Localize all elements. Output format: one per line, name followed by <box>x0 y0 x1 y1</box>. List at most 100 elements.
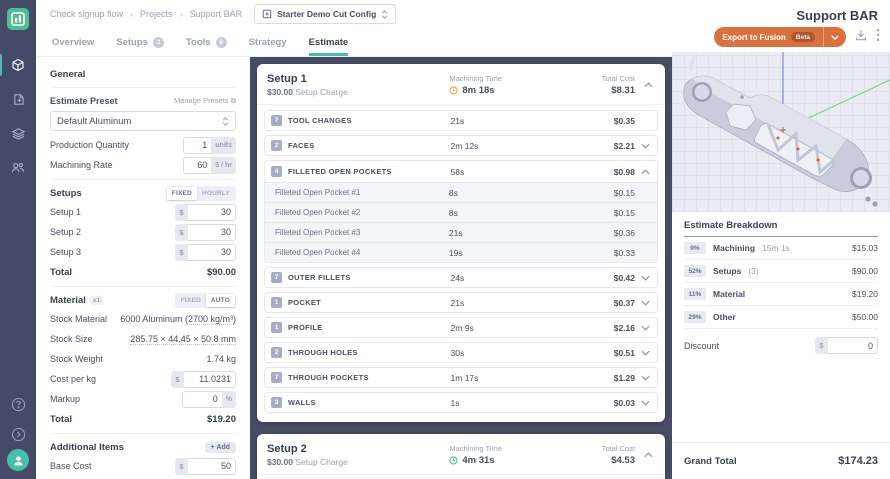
feature-row-profile[interactable]: 1PROFILE 2m 9s $2.16 <box>264 317 658 338</box>
top-bar: Check signup flow › Projects › Support B… <box>36 0 672 28</box>
feature-time: 21s <box>451 116 571 126</box>
setup2-card-header[interactable]: Setup 2 $30.00 Setup Charge Machining Ti… <box>257 441 665 475</box>
chevron-down-icon[interactable] <box>635 400 653 406</box>
setup3-charge-input[interactable] <box>188 244 236 261</box>
feature-row-through-holes[interactable]: 2THROUGH HOLES 30s $0.51 <box>264 342 658 363</box>
breadcrumb-projects[interactable]: Projects <box>140 9 173 19</box>
percent-badge: 29% <box>684 311 706 323</box>
setup1-card-header[interactable]: Setup 1 $30.00 Setup Charge Machining Ti… <box>257 71 665 105</box>
currency-prefix: $ <box>175 244 188 261</box>
stock-material-value: 6000 Aluminum <box>120 314 182 324</box>
toggle-auto[interactable]: AUTO <box>206 294 235 307</box>
divider <box>50 87 236 88</box>
feature-label: PROFILE <box>288 323 323 332</box>
feature-cost: $0.03 <box>571 398 635 408</box>
user-avatar[interactable] <box>7 449 29 471</box>
toggle-hourly[interactable]: HOURLY <box>197 187 235 200</box>
setup-name: Setup 2 <box>267 443 449 455</box>
feature-cost: $1.29 <box>571 373 635 383</box>
cost-per-kg-input[interactable] <box>184 371 236 388</box>
percent-suffix: % <box>222 391 236 408</box>
export-to-fusion-button[interactable]: Export to Fusion Beta <box>714 27 846 47</box>
breakdown-value: $15.03 <box>852 243 878 253</box>
sub-feature-cost: $0.15 <box>571 208 635 218</box>
setup2-feature-rows: 3TOOL CHANGES 9s $0.15 <box>257 475 665 479</box>
feature-label: THROUGH POCKETS <box>288 373 369 382</box>
preset-select[interactable]: Default Aluminum <box>50 111 236 131</box>
chevron-down-icon[interactable] <box>635 275 653 281</box>
chevron-down-icon[interactable] <box>635 350 653 356</box>
help-button[interactable] <box>0 389 36 419</box>
tab-strategy[interactable]: Strategy <box>249 28 287 56</box>
feature-row-faces[interactable]: 2FACES 2m 12s $2.21 <box>264 135 658 156</box>
chevron-down-icon[interactable] <box>635 143 653 149</box>
stock-material-density[interactable]: (2700 kg/m³) <box>185 314 236 325</box>
tab-estimate[interactable]: Estimate <box>309 28 349 56</box>
sidebar-item-new-file[interactable] <box>0 82 36 116</box>
breadcrumb-current[interactable]: Support BAR <box>190 9 243 19</box>
feature-row-through-pockets[interactable]: 7THROUGH POCKETS 1m 17s $1.29 <box>264 367 658 388</box>
tab-setups[interactable]: Setups3 <box>116 28 164 56</box>
machining-rate-label: Machining Rate <box>50 160 113 170</box>
tab-label: Estimate <box>309 37 349 48</box>
feature-row-filleted-open-pockets[interactable]: 4FILLETED OPEN POCKETS 58s $0.98 <box>265 161 657 182</box>
machining-rate-input[interactable] <box>183 157 211 174</box>
sidebar-item-3d-model[interactable] <box>0 48 36 82</box>
production-quantity-input[interactable] <box>183 137 211 154</box>
material-total-label: Total <box>50 414 72 425</box>
sub-feature-row[interactable]: Filleted Open Pocket #3 21s $0.36 <box>265 222 657 242</box>
sub-feature-row[interactable]: Filleted Open Pocket #1 8s $0.15 <box>265 182 657 202</box>
content-row: General Estimate Preset Manage Presets ⧉… <box>36 57 672 479</box>
breakdown-row-machining: 9% Machining 15m 1s $15.03 <box>684 237 878 260</box>
3d-part-viewer[interactable] <box>672 52 890 212</box>
export-menu-caret[interactable] <box>824 35 846 40</box>
markup-input[interactable] <box>182 391 222 408</box>
collapse-card-icon[interactable] <box>635 452 655 458</box>
tab-overview[interactable]: Overview <box>52 28 94 56</box>
count-badge: 2 <box>271 347 282 358</box>
select-caret-icon <box>222 117 229 126</box>
stock-size-value[interactable]: 285.75 × 44.45 × 50.8 mm <box>130 334 236 345</box>
sub-feature-row[interactable]: Filleted Open Pocket #2 8s $0.15 <box>265 202 657 222</box>
sub-feature-time: 8s <box>449 188 571 198</box>
machining-time-column-label: Machining Time <box>449 74 571 83</box>
feature-label: POCKET <box>288 298 321 307</box>
total-cost-column-label: Total Cost <box>571 74 635 83</box>
feature-row-pocket[interactable]: 1POCKET 21s $0.37 <box>264 292 658 313</box>
toggle-fixed[interactable]: FIXED <box>167 187 197 200</box>
breadcrumb-workspace[interactable]: Check signup flow <box>50 9 123 19</box>
add-item-button[interactable]: + Add <box>205 442 236 453</box>
collapse-card-icon[interactable] <box>635 82 655 88</box>
setup2-charge-input[interactable] <box>188 224 236 241</box>
toggle-fixed[interactable]: FIXED <box>176 294 206 307</box>
chevron-down-icon[interactable] <box>635 325 653 331</box>
chevron-up-icon[interactable] <box>635 169 653 175</box>
setups-mode-toggle: FIXED HOURLY <box>166 186 236 201</box>
export-button-label: Export to Fusion <box>722 33 786 42</box>
app-logo-icon[interactable] <box>7 8 29 30</box>
setup-machining-time: 8m 18s <box>462 85 494 96</box>
download-icon[interactable] <box>855 28 867 46</box>
chevron-down-icon[interactable] <box>635 375 653 381</box>
feature-time: 30s <box>451 348 571 358</box>
markup-label: Markup <box>50 394 80 404</box>
tab-tools[interactable]: Tools8 <box>186 28 227 56</box>
config-selector[interactable]: Starter Demo Cut Config <box>254 4 396 24</box>
setup1-charge-input[interactable] <box>188 204 236 221</box>
feature-row-walls[interactable]: 3WALLS 1s $0.03 <box>264 392 658 413</box>
sub-feature-row[interactable]: Filleted Open Pocket #4 19s $0.33 <box>265 242 657 262</box>
kebab-menu-icon[interactable] <box>876 28 880 47</box>
feature-row-outer-fillets[interactable]: 7OUTER FILLETS 24s $0.42 <box>264 267 658 288</box>
discount-input[interactable] <box>828 337 878 354</box>
sidebar-item-team[interactable] <box>0 150 36 184</box>
base-cost-input[interactable] <box>188 458 236 475</box>
breakdown-title: Estimate Breakdown <box>684 220 878 237</box>
estimate-cards-area: Setup 1 $30.00 Setup Charge Machining Ti… <box>250 57 672 479</box>
count-badge: 7 <box>271 272 282 283</box>
feature-row-tool-changes[interactable]: 7TOOL CHANGES 21s $0.35 <box>264 110 658 131</box>
sidebar-item-layers[interactable] <box>0 116 36 150</box>
material-total-value: $19.20 <box>207 414 236 425</box>
collapse-button[interactable] <box>0 419 36 449</box>
chevron-down-icon[interactable] <box>635 300 653 306</box>
manage-presets-link[interactable]: Manage Presets ⧉ <box>174 96 236 106</box>
